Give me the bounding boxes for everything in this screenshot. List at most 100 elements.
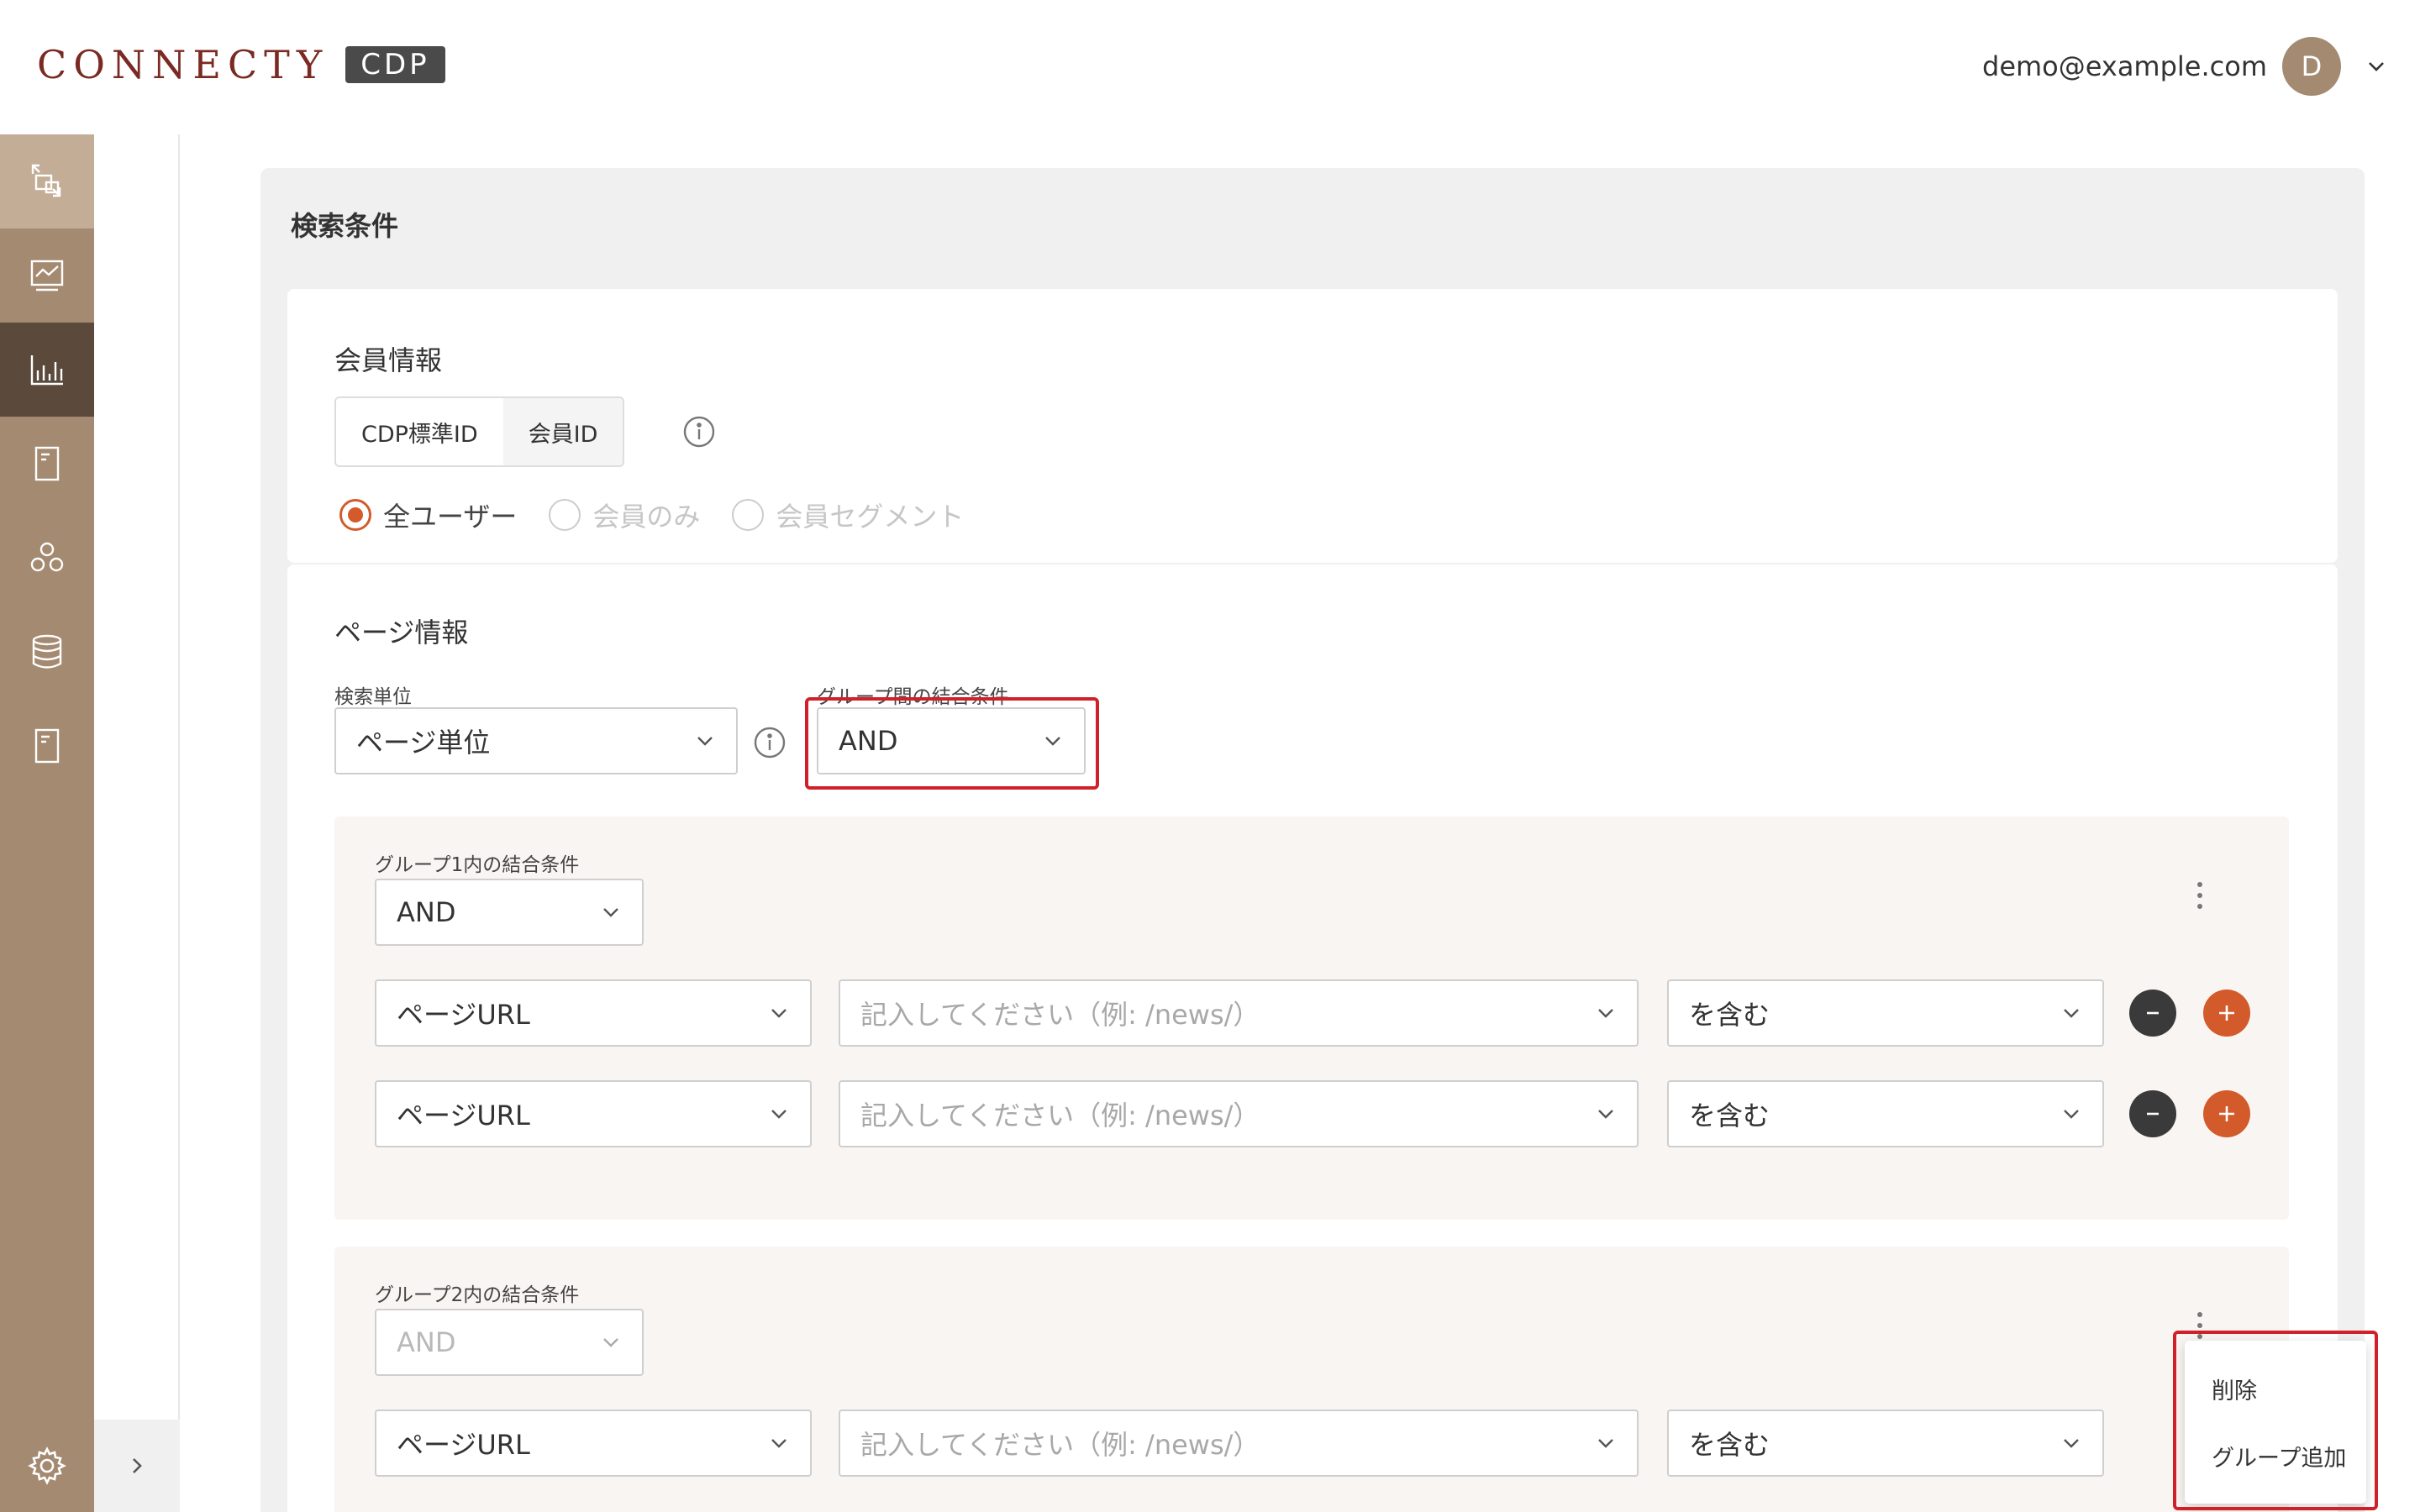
radio-all-users[interactable]: 全ユーザー: [339, 496, 517, 534]
sidebar-item-database[interactable]: [0, 605, 94, 699]
select-value: ページURL: [397, 1429, 530, 1461]
chevron-down-icon: [603, 1338, 618, 1347]
input-placeholder: 記入してください（例: /news/）: [860, 999, 1260, 1031]
select-value: ページURL: [397, 1100, 530, 1131]
select-value: AND: [397, 896, 456, 928]
group1-row2-value-input[interactable]: 記入してください（例: /news/）: [839, 1080, 1639, 1147]
radio-circle: [549, 499, 581, 531]
search-conditions-panel: 検索条件 会員情報 CDP標準ID 会員ID 全ユーザー 会員のみ 会員セグメン…: [260, 168, 2365, 1512]
radio-circle: [339, 499, 371, 531]
group1-condition-select[interactable]: AND: [375, 879, 644, 946]
chevron-down-icon: [2064, 1439, 2079, 1448]
user-menu[interactable]: demo@example.com D: [1982, 37, 2386, 96]
page-title: 検索条件: [291, 210, 399, 242]
secondary-sidebar: [94, 134, 180, 1512]
expand-sidebar-button[interactable]: [94, 1420, 180, 1512]
logo-text: CONNECTY: [37, 42, 329, 87]
radio-label: 全ユーザー: [383, 501, 518, 533]
input-placeholder: 記入してください（例: /news/）: [860, 1100, 1260, 1131]
info-icon[interactable]: [682, 415, 716, 449]
chevron-down-icon: [1598, 1009, 1613, 1018]
chevron-down-icon: [2064, 1110, 2079, 1119]
chevron-down-icon: [1598, 1110, 1613, 1119]
id-type-cdp[interactable]: CDP標準ID: [336, 398, 503, 465]
radio-label: 会員セグメント: [776, 501, 965, 533]
sidebar-item-segments[interactable]: [0, 511, 94, 605]
user-email: demo@example.com: [1982, 50, 2267, 82]
group2-row1-operator-select[interactable]: を含む: [1667, 1410, 2104, 1477]
top-header: CONNECTY CDP demo@example.com D: [0, 0, 2420, 134]
avatar[interactable]: D: [2282, 37, 2341, 96]
add-row-button[interactable]: [2203, 990, 2250, 1037]
search-unit-select[interactable]: ページ単位: [334, 707, 738, 774]
chevron-right-icon: [133, 1458, 142, 1473]
remove-row-button[interactable]: [2129, 1090, 2176, 1137]
group2-row1-field-select[interactable]: ページURL: [375, 1410, 812, 1477]
select-value: AND: [397, 1326, 456, 1358]
select-value: を含む: [1689, 1429, 1770, 1461]
chevron-down-icon: [771, 1110, 786, 1119]
search-unit-label: 検索単位: [334, 686, 412, 708]
condition-group-1: グループ1内の結合条件 AND ページURL 記入してください（例: /news…: [334, 816, 2289, 1220]
transfer-icon: [31, 164, 61, 197]
plus-icon: [2219, 1106, 2234, 1121]
add-row-button[interactable]: [2203, 1090, 2250, 1137]
page-info-card: ページ情報 検索単位 ページ単位 グループ間の結合条件 AND グループ1内の結…: [287, 564, 2338, 1512]
report-icon: [34, 728, 60, 764]
highlight-between-groups: [805, 697, 1099, 790]
page-section-label: ページ情報: [334, 617, 469, 648]
group2-row1-value-input[interactable]: 記入してください（例: /news/）: [839, 1410, 1639, 1477]
group1-row1-value-input[interactable]: 記入してください（例: /news/）: [839, 979, 1639, 1047]
radio-label: 会員のみ: [592, 501, 701, 533]
app-root: CONNECTY CDP demo@example.com D 検索条件 会員情…: [0, 0, 2420, 1512]
sidebar-item-reports[interactable]: [0, 699, 94, 793]
info-icon[interactable]: [753, 726, 786, 759]
select-value: ページURL: [397, 999, 530, 1031]
sidebar-item-documents[interactable]: [0, 417, 94, 511]
member-section-label: 会員情報: [334, 344, 443, 376]
radio-members-only[interactable]: 会員のみ: [549, 496, 700, 534]
user-scope-radios: 全ユーザー 会員のみ 会員セグメント: [339, 496, 996, 534]
kebab-menu-icon[interactable]: [2196, 880, 2203, 911]
group2-condition-label: グループ2内の結合条件: [375, 1284, 580, 1306]
bar-chart-icon: [30, 355, 63, 386]
sidebar-item-transfer[interactable]: [0, 134, 94, 228]
chevron-down-icon: [2064, 1009, 2079, 1018]
chevron-down-icon: [603, 908, 618, 917]
database-icon: [32, 634, 62, 669]
chevron-down-icon: [771, 1439, 786, 1448]
chevron-down-icon: [771, 1009, 786, 1018]
input-placeholder: 記入してください（例: /news/）: [860, 1429, 1260, 1461]
settings-button[interactable]: [0, 1420, 94, 1512]
group1-condition-label: グループ1内の結合条件: [375, 854, 580, 876]
remove-row-button[interactable]: [2129, 990, 2176, 1037]
app-logo[interactable]: CONNECTY CDP: [37, 42, 445, 87]
chevron-down-icon[interactable]: [2366, 56, 2386, 76]
sidebar-item-analytics[interactable]: [0, 323, 94, 417]
condition-group-2: グループ2内の結合条件 AND ページURL 記入してください（例: /news…: [334, 1247, 2289, 1512]
group1-row2-field-select[interactable]: ページURL: [375, 1080, 812, 1147]
group1-row2-operator-select[interactable]: を含む: [1667, 1080, 2104, 1147]
plus-icon: [2219, 1005, 2234, 1021]
sidebar: [0, 134, 94, 1512]
document-icon: [34, 446, 60, 481]
group1-row1-operator-select[interactable]: を含む: [1667, 979, 2104, 1047]
sidebar-item-dashboard[interactable]: [0, 228, 94, 323]
select-value: を含む: [1689, 999, 1770, 1031]
radio-circle: [732, 499, 765, 531]
radio-member-segment[interactable]: 会員セグメント: [732, 496, 964, 534]
dashboard-chart-icon: [30, 260, 64, 291]
group2-condition-select[interactable]: AND: [375, 1309, 644, 1376]
id-type-member[interactable]: 会員ID: [502, 398, 623, 465]
id-type-toggle: CDP標準ID 会員ID: [334, 396, 625, 467]
select-value: を含む: [1689, 1100, 1770, 1131]
group1-row1-field-select[interactable]: ページURL: [375, 979, 812, 1047]
gear-icon: [28, 1446, 66, 1485]
logo-badge: CDP: [345, 46, 445, 83]
chevron-down-icon: [1598, 1439, 1613, 1448]
chevron-down-icon: [697, 737, 713, 746]
select-value: ページ単位: [356, 727, 491, 759]
member-info-card: 会員情報 CDP標準ID 会員ID 全ユーザー 会員のみ 会員セグメント: [287, 289, 2338, 563]
minus-icon: [2147, 1011, 2159, 1015]
minus-icon: [2147, 1112, 2159, 1116]
